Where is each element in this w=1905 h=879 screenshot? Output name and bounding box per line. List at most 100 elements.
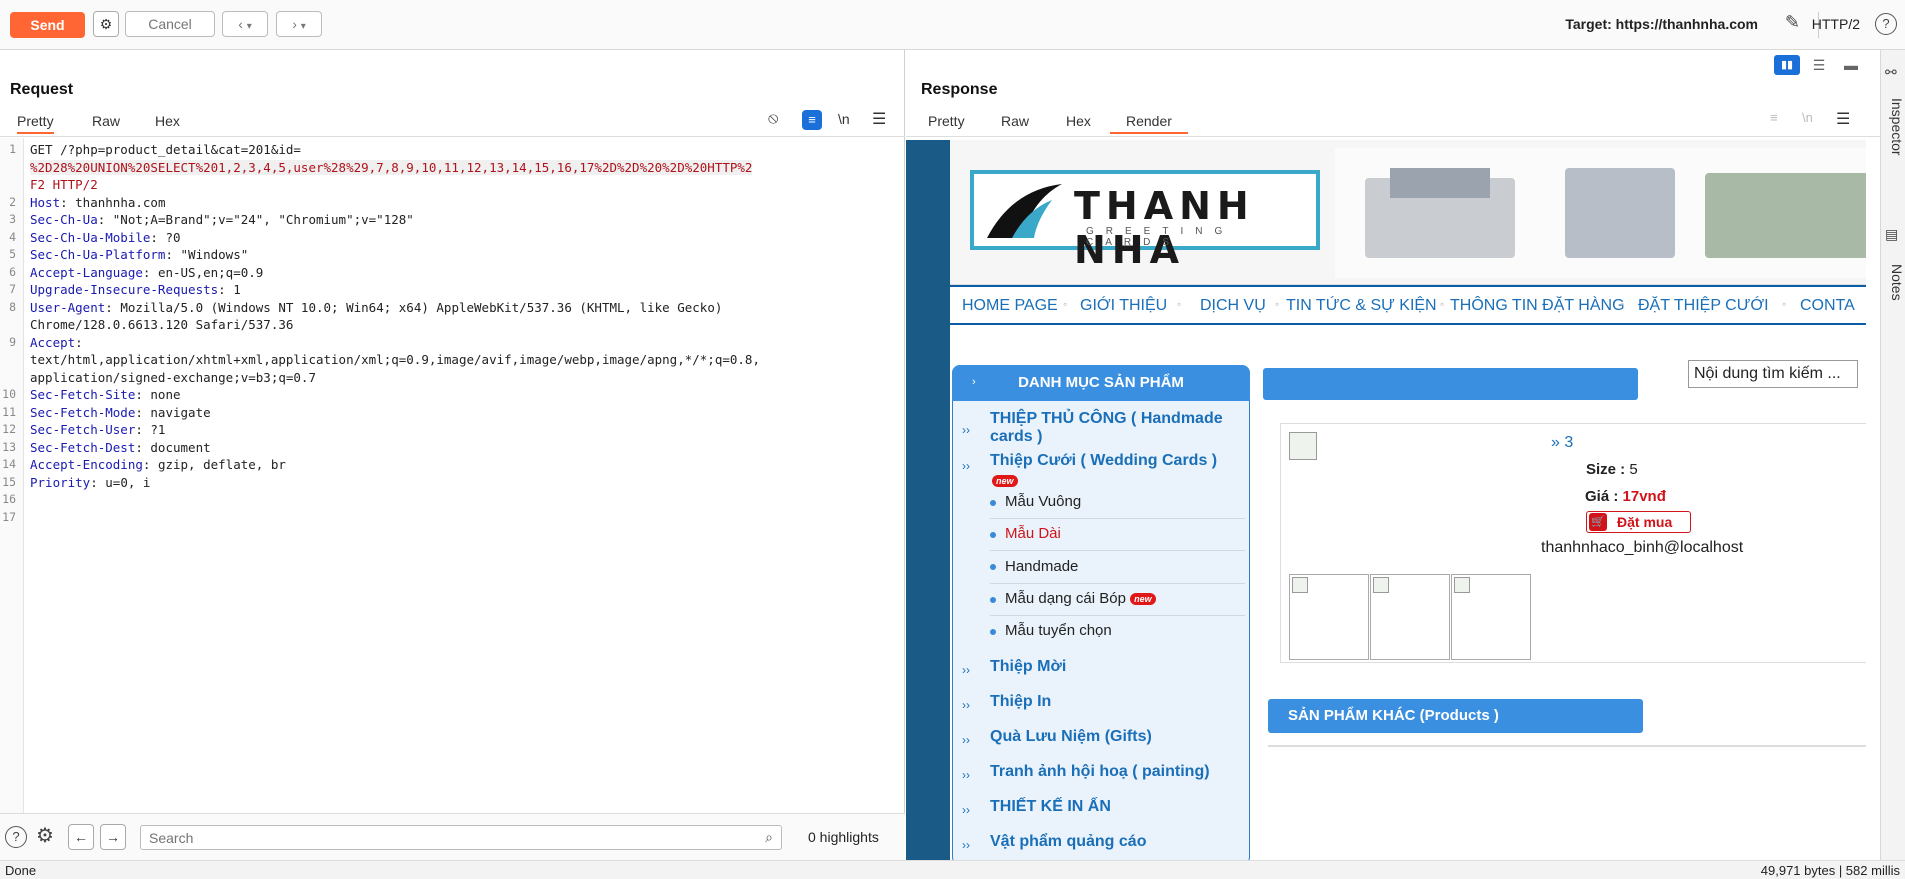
header-name: Sec-Ch-Ua [30,212,98,227]
help-icon[interactable]: ? [1875,13,1897,35]
request-line[interactable]: Upgrade-Insecure-Requests: 1 [30,282,241,297]
send-button[interactable]: Send [10,12,85,38]
new-badge-label: new [992,475,1018,488]
nav-separator: ◦ [1275,297,1280,311]
response-pane: ▮▮ ☰ ▬ Response Pretty Raw Hex Render ≡ … [906,50,1880,860]
request-line[interactable]: Sec-Ch-Ua-Platform: "Windows" [30,247,248,262]
product-thumbnail[interactable] [1289,574,1369,660]
site-search-input[interactable]: Nội dung tìm kiếm ... [1688,360,1858,388]
request-line[interactable]: User-Agent: Mozilla/5.0 (Windows NT 10.0… [30,300,722,315]
tab-response-raw[interactable]: Raw [1001,113,1029,129]
tab-response-hex[interactable]: Hex [1066,113,1091,129]
subcategory-wallet[interactable]: Mẫu dạng cái Bóp new [1005,590,1156,607]
product-thumbnail[interactable] [1370,574,1450,660]
help-icon[interactable]: ? [5,826,27,848]
request-title: Request [10,81,74,98]
request-line[interactable]: %2D28%20UNION%20SELECT%201,2,3,4,5,user%… [30,159,753,175]
split-vertical-icon[interactable]: ☰ [1806,55,1832,75]
subcategory-selected[interactable]: Mẫu tuyển chọn [1005,622,1112,639]
notes-tab[interactable]: Notes [1883,264,1905,324]
line-number: 10 [2,387,16,401]
category-handmade[interactable]: THIỆP THỦ CÔNG ( Handmade cards ) [990,410,1240,446]
nav-news[interactable]: TIN TỨC & SỰ KIỆN [1286,297,1437,315]
hide-nonprintable-icon[interactable]: ⦸ [768,110,778,128]
request-line[interactable]: Sec-Fetch-Dest: document [30,440,211,455]
nav-home[interactable]: HOME PAGE [962,297,1058,315]
request-editor[interactable]: 1 2 3 4 5 6 7 8 9 10 11 12 13 14 15 16 17 GET /?php=prod… [0,138,905,813]
wrap-lines-icon[interactable]: ≡ [802,110,822,130]
line-number: 2 [9,194,16,209]
line-number: 1 [9,142,16,156]
broken-image-icon [1292,577,1308,593]
request-line[interactable]: Host: thanhnha.com [30,195,165,210]
product-thumbnail[interactable] [1451,574,1531,660]
next-match-arrow-icon[interactable]: → [100,824,126,850]
request-line[interactable]: text/html,application/xhtml+xml,applicat… [30,352,760,367]
category-printed[interactable]: Thiệp In [990,693,1051,711]
subcategory-long[interactable]: Mẫu Dài [1005,525,1061,542]
nav-services[interactable]: DỊCH VỤ [1200,297,1266,315]
category-painting[interactable]: Tranh ảnh hội hoạ ( painting) [990,763,1210,781]
request-line[interactable]: Sec-Ch-Ua: "Not;A=Brand";v="24", "Chromi… [30,212,414,227]
category-promo[interactable]: Vật phẩm quảng cáo [990,833,1146,851]
previous-match-arrow-icon[interactable]: ← [68,824,94,850]
split-horizontal-icon[interactable]: ▮▮ [1774,55,1800,75]
buy-button[interactable]: 🛒 Đặt mua [1586,511,1691,533]
subcategory-handmade[interactable]: Handmade [1005,558,1078,575]
request-line[interactable]: Accept-Language: en-US,en;q=0.9 [30,265,263,280]
inspector-tab[interactable]: Inspector [1883,98,1905,198]
settings-gear-icon[interactable]: ⚙ [36,823,54,848]
tab-request-hex[interactable]: Hex [155,113,180,129]
single-pane-icon[interactable]: ▬ [1838,55,1864,75]
request-line[interactable]: Sec-Fetch-Mode: navigate [30,405,211,420]
wrap-lines-icon[interactable]: ≡ [1770,110,1778,125]
nav-about[interactable]: GIỚI THIỆU [1080,297,1167,315]
request-line[interactable]: Chrome/128.0.6613.120 Safari/537.36 [30,317,293,332]
tab-response-pretty[interactable]: Pretty [928,113,965,129]
menu-icon[interactable]: ☰ [872,109,886,129]
search-input[interactable] [141,826,741,849]
edit-pencil-icon[interactable]: ✎ [1785,12,1800,33]
settings-gear-icon[interactable]: ⚙ [93,11,119,37]
category-invitation[interactable]: Thiệp Mời [990,658,1066,676]
request-line[interactable]: Sec-Fetch-Site: none [30,387,181,402]
subcategory-square[interactable]: Mẫu Vuông [1005,493,1081,510]
newline-toggle[interactable]: \n [838,111,850,127]
double-chevron-icon: ›› [962,698,970,712]
nav-order-info[interactable]: THÔNG TIN ĐẶT HÀNG [1450,297,1625,315]
tab-request-raw[interactable]: Raw [92,113,120,129]
request-line[interactable]: F2 HTTP/2 [30,177,98,192]
request-line[interactable]: Sec-Fetch-User: ?1 [30,422,165,437]
cancel-button[interactable]: Cancel [125,11,215,37]
request-line[interactable]: application/signed-exchange;v=b3;q=0.7 [30,370,316,385]
request-line[interactable]: GET /?php=product_detail&cat=201&id= [30,142,301,157]
header-name: Accept [30,334,76,350]
buy-label: Đặt mua [1617,514,1673,530]
category-print-design[interactable]: THIẾT KẾ IN ẤN [990,798,1111,816]
tab-request-pretty[interactable]: Pretty [17,113,54,134]
search-field[interactable]: ⌕ [140,825,782,850]
category-gifts[interactable]: Quà Lưu Niệm (Gifts) [990,728,1152,746]
site-logo[interactable]: THANH NHA GREETING CARDS [970,170,1320,272]
inspector-icon[interactable]: ⚯ [1885,64,1897,81]
tab-underline [906,136,1880,137]
notes-icon[interactable]: ▤ [1885,226,1898,243]
request-line[interactable]: Accept: [30,335,83,350]
menu-icon[interactable]: ☰ [1836,109,1850,129]
bullet-icon [990,564,996,570]
forward-history-button[interactable]: › ▾ [276,11,322,37]
request-line[interactable]: Sec-Ch-Ua-Mobile: ?0 [30,230,181,245]
protocol-label[interactable]: HTTP/2 [1812,16,1860,32]
tab-response-render[interactable]: Render [1110,113,1188,134]
line-number: 4 [9,229,16,244]
request-line[interactable]: Priority: u=0, i [30,475,150,490]
newline-toggle[interactable]: \n [1802,110,1813,125]
nav-contact[interactable]: CONTA [1800,297,1855,315]
rendered-page[interactable]: THANH NHA GREETING CARDS HOME PAGE ◦ GIỚ… [906,140,1866,860]
line-number: 9 [9,334,16,349]
nav-wedding-cards[interactable]: ĐẶT THIỆP CƯỚI [1638,297,1769,315]
layout-toggle-group: ▮▮ ☰ ▬ [1774,55,1874,77]
request-line[interactable]: Accept-Encoding: gzip, deflate, br [30,457,286,472]
category-wedding[interactable]: Thiệp Cưới ( Wedding Cards ) [990,452,1217,470]
back-history-button[interactable]: ‹ ▾ [222,11,268,37]
